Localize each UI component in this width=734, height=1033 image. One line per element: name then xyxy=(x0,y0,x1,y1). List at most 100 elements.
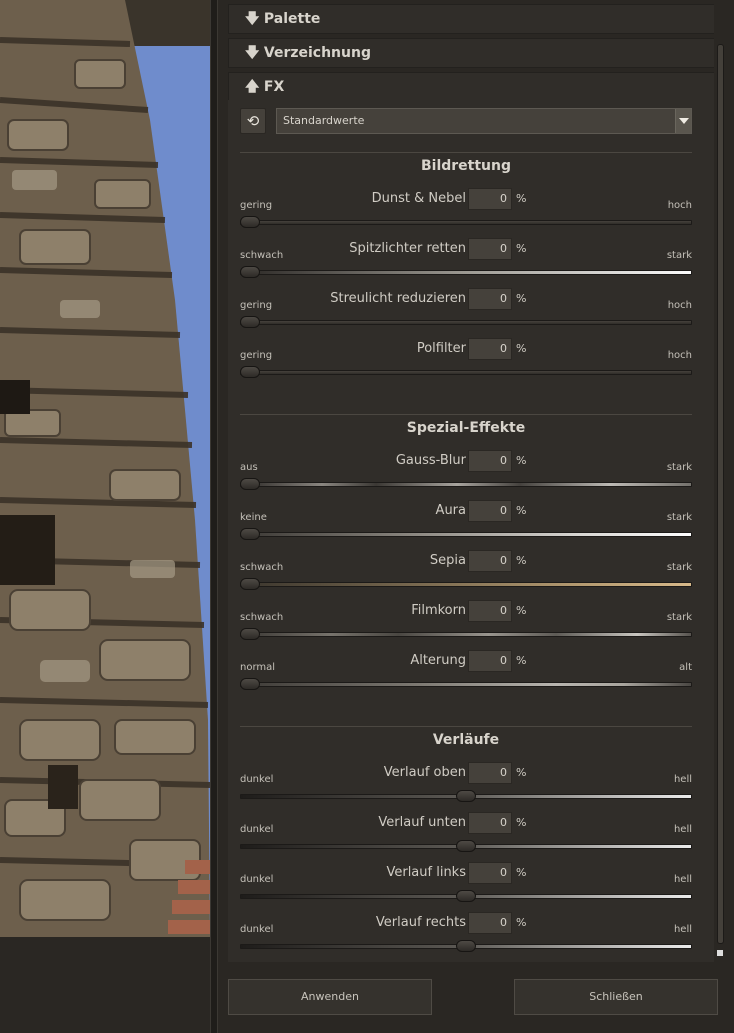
slider-thumb[interactable] xyxy=(240,216,260,228)
slider-track[interactable] xyxy=(240,482,692,487)
slider-value-input[interactable]: 0 xyxy=(468,288,512,310)
section-fx-header[interactable]: 🡅 FX xyxy=(228,72,722,102)
slider-thumb[interactable] xyxy=(240,366,260,378)
slider-value-input[interactable]: 0 xyxy=(468,912,512,934)
slider-label: Sepia xyxy=(429,553,466,568)
slider-unit: % xyxy=(516,342,527,355)
slider-value-input[interactable]: 0 xyxy=(468,650,512,672)
slider-gauss-blur: aus Gauss-Blur 0% stark xyxy=(228,450,722,498)
group-title-gradients: Verläufe xyxy=(432,732,500,748)
slider-label: Verlauf links xyxy=(386,865,466,880)
slider-track[interactable] xyxy=(240,370,692,375)
dialog-footer: Anwenden Schließen xyxy=(218,965,734,1033)
slider-value-input[interactable]: 0 xyxy=(468,762,512,784)
slider-min-label: schwach xyxy=(240,562,284,573)
group-divider xyxy=(240,414,692,415)
slider-max-label: hell xyxy=(673,774,692,785)
slider-polfilter: gering Polfilter 0% hoch xyxy=(228,338,722,386)
preset-dropdown[interactable]: Standardwerte xyxy=(276,108,692,134)
slider-label: Verlauf oben xyxy=(383,765,466,780)
slider-thumb[interactable] xyxy=(456,840,476,852)
slider-unit: % xyxy=(516,454,527,467)
panel-splitter[interactable] xyxy=(210,0,218,1033)
slider-sepia: schwach Sepia 0% stark xyxy=(228,550,722,598)
slider-max-label: hoch xyxy=(667,300,692,311)
slider-track[interactable] xyxy=(240,632,692,637)
apply-button[interactable]: Anwenden xyxy=(228,979,432,1015)
fx-editor-window: 🡇 Palette 🡇 Verzeichnung 🡅 FX ⟲ Standard… xyxy=(0,0,734,1033)
slider-thumb[interactable] xyxy=(240,528,260,540)
slider-gradient-right: dunkel Verlauf rechts 0% hell xyxy=(228,912,722,960)
expand-arrow-icon: 🡇 xyxy=(245,45,260,61)
slider-value-input[interactable]: 0 xyxy=(468,862,512,884)
slider-value-input[interactable]: 0 xyxy=(468,338,512,360)
slider-max-label: stark xyxy=(666,250,692,261)
slider-label: Gauss-Blur xyxy=(395,453,466,468)
slider-track[interactable] xyxy=(240,320,692,325)
section-palette-header[interactable]: 🡇 Palette xyxy=(228,4,722,34)
slider-min-label: gering xyxy=(240,350,273,361)
slider-max-label: stark xyxy=(666,562,692,573)
slider-min-label: dunkel xyxy=(240,774,274,785)
slider-thumb[interactable] xyxy=(456,940,476,952)
slider-unit: % xyxy=(516,654,527,667)
slider-highlights: schwach Spitzlichter retten 0% stark xyxy=(228,238,722,286)
slider-unit: % xyxy=(516,766,527,779)
slider-track[interactable] xyxy=(240,582,692,587)
slider-max-label: hell xyxy=(673,924,692,935)
slider-straylight: gering Streulicht reduzieren 0% hoch xyxy=(228,288,722,336)
slider-max-label: stark xyxy=(666,512,692,523)
slider-thumb[interactable] xyxy=(240,628,260,640)
slider-gradient-bottom: dunkel Verlauf unten 0% hell xyxy=(228,812,722,860)
reset-preset-button[interactable]: ⟲ xyxy=(240,108,266,134)
refresh-icon: ⟲ xyxy=(246,112,260,130)
slider-thumb[interactable] xyxy=(240,678,260,690)
slider-min-label: schwach xyxy=(240,250,284,261)
slider-value-input[interactable]: 0 xyxy=(468,188,512,210)
slider-value-input[interactable]: 0 xyxy=(468,450,512,472)
section-fx-label: FX xyxy=(263,79,285,95)
slider-unit: % xyxy=(516,916,527,929)
slider-max-label: stark xyxy=(666,462,692,473)
slider-thumb[interactable] xyxy=(240,578,260,590)
slider-film-grain: schwach Filmkorn 0% stark xyxy=(228,600,722,648)
section-distortion-header[interactable]: 🡇 Verzeichnung xyxy=(228,38,722,68)
slider-thumb[interactable] xyxy=(240,316,260,328)
slider-unit: % xyxy=(516,242,527,255)
slider-max-label: stark xyxy=(666,612,692,623)
slider-thumb[interactable] xyxy=(240,478,260,490)
slider-value-input[interactable]: 0 xyxy=(468,812,512,834)
close-button[interactable]: Schließen xyxy=(514,979,718,1015)
collapse-arrow-icon: 🡅 xyxy=(245,79,260,95)
slider-value-input[interactable]: 0 xyxy=(468,238,512,260)
section-distortion-label: Verzeichnung xyxy=(263,45,371,61)
slider-thumb[interactable] xyxy=(456,790,476,802)
slider-max-label: hell xyxy=(673,824,692,835)
slider-label: Streulicht reduzieren xyxy=(330,291,466,306)
scrollbar-thumb[interactable] xyxy=(717,44,724,944)
slider-thumb[interactable] xyxy=(240,266,260,278)
photo-preview xyxy=(0,0,210,937)
slider-track[interactable] xyxy=(240,682,692,687)
slider-track[interactable] xyxy=(240,270,692,275)
preset-dropdown-value: Standardwerte xyxy=(283,114,365,127)
slider-label: Aura xyxy=(435,503,466,518)
slider-track[interactable] xyxy=(240,220,692,225)
slider-aging: normal Alterung 0% alt xyxy=(228,650,722,698)
slider-min-label: dunkel xyxy=(240,924,274,935)
slider-label: Verlauf rechts xyxy=(375,915,466,930)
slider-track[interactable] xyxy=(240,532,692,537)
group-title-special: Spezial-Effekte xyxy=(406,420,526,436)
slider-thumb[interactable] xyxy=(456,890,476,902)
slider-gradient-left: dunkel Verlauf links 0% hell xyxy=(228,862,722,910)
slider-min-label: gering xyxy=(240,200,273,211)
slider-value-input[interactable]: 0 xyxy=(468,550,512,572)
slider-haze: gering Dunst & Nebel 0% hoch xyxy=(228,188,722,236)
slider-max-label: hell xyxy=(673,874,692,885)
slider-unit: % xyxy=(516,192,527,205)
slider-max-label: hoch xyxy=(667,350,692,361)
slider-value-input[interactable]: 0 xyxy=(468,600,512,622)
chevron-down-icon[interactable] xyxy=(675,109,691,133)
panel-scrollbar[interactable] xyxy=(714,0,728,965)
slider-value-input[interactable]: 0 xyxy=(468,500,512,522)
